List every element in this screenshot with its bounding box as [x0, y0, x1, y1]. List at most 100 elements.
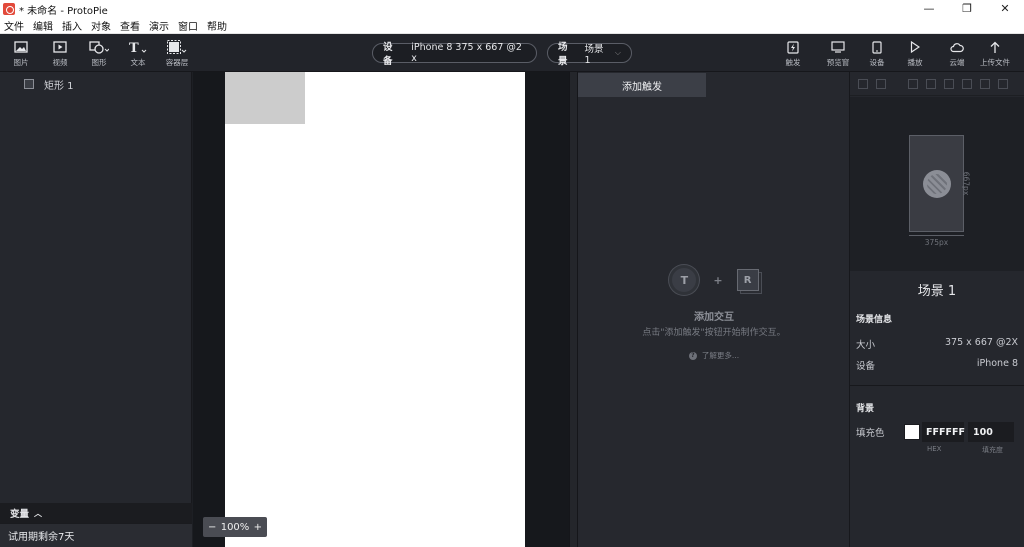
align-middle-icon[interactable] [980, 78, 990, 89]
plus-icon: + [713, 273, 723, 287]
cloud-icon [950, 42, 964, 52]
device-selector[interactable]: 设备 iPhone 8 375 x 667 @2 x [372, 42, 537, 67]
empty-interaction-state: T + R 添加交互 点击"添加触发"按钮开始制作交互。 ? 了解更多... [578, 262, 850, 361]
device-row: 设备 iPhone 8 [856, 358, 1018, 372]
menu-object[interactable]: 对象 [91, 18, 111, 33]
image-tool-label: 图片 [13, 58, 29, 67]
variables-toggle[interactable]: 变量 ︿ [0, 503, 192, 523]
add-trigger-button[interactable]: 添加触发 [578, 73, 706, 97]
trial-banner[interactable]: 试用期剩余7天 [0, 523, 192, 547]
learn-more-link[interactable]: ? 了解更多... [578, 350, 850, 361]
width-dimension: 375px [909, 235, 964, 247]
preview-window-icon [831, 41, 845, 53]
height-dimension: 667px [961, 171, 971, 196]
zoom-control: − 100% + [203, 517, 267, 537]
menu-window[interactable]: 窗口 [178, 18, 198, 33]
shape-tool-label: 图形 [91, 58, 107, 67]
minimize-button[interactable]: — [910, 0, 948, 18]
interaction-panel: 添加触发 T + R 添加交互 点击"添加触发"按钮开始制作交互。 ? 了解更多… [578, 72, 850, 547]
scene-preview: 375px 667px [850, 97, 1024, 271]
scene-selector[interactable]: 场景 场景 1 ⌵ [547, 42, 632, 67]
cloud-button[interactable]: 云端 [940, 39, 974, 68]
hex-input[interactable]: FFFFFF [922, 422, 965, 442]
empty-title: 添加交互 [694, 312, 734, 323]
response-badge-icon: R [736, 269, 759, 291]
distribute-vertical-icon[interactable] [876, 78, 886, 89]
chevron-up-icon: ︿ [34, 508, 43, 518]
video-tool-button[interactable]: 视频 [43, 39, 77, 68]
menu-insert[interactable]: 插入 [62, 18, 82, 33]
chevron-down-icon: ⌵ [614, 48, 621, 57]
menu-file[interactable]: 文件 [4, 18, 24, 33]
device-selector-key: 设备 [383, 42, 393, 67]
device-button[interactable]: 设备 [860, 39, 894, 68]
container-tool-button[interactable]: 容器层 [160, 39, 194, 68]
title-bar: * 未命名 - ProtoPie — ❐ ✕ [0, 0, 1024, 18]
scene-artboard[interactable] [225, 72, 525, 547]
text-tool-button[interactable]: T 文本 [121, 39, 155, 68]
layer-item[interactable]: 矩形 1 [0, 72, 191, 96]
toolbar: 图片 视频 图形 T 文本 容器层 设备 iPhone 8 375 x 667 … [0, 34, 1024, 72]
preview-window-label: 预览窗 [826, 58, 850, 67]
align-bottom-icon[interactable] [998, 78, 1008, 89]
window-title: * 未命名 - ProtoPie [19, 5, 108, 17]
fill-color-swatch[interactable] [904, 424, 920, 440]
device-icon [872, 40, 882, 54]
trigger-icon [787, 40, 799, 54]
layer-name: 矩形 1 [44, 80, 74, 92]
device-frame-thumbnail [909, 135, 964, 232]
zoom-level[interactable]: 100% [221, 522, 250, 533]
upload-icon [990, 41, 1000, 53]
window-controls: — ❐ ✕ [910, 0, 1024, 18]
image-tool-button[interactable]: 图片 [4, 39, 38, 68]
panel-resize-handle[interactable] [569, 72, 578, 547]
scene-name[interactable]: 场景 1 [850, 280, 1024, 299]
menu-present[interactable]: 演示 [149, 18, 169, 33]
preview-window-button[interactable]: 预览窗 [821, 39, 855, 68]
upload-label: 上传文件 [980, 58, 1010, 67]
svg-text:T: T [129, 41, 139, 54]
upload-button[interactable]: 上传文件 [978, 39, 1012, 68]
align-top-icon[interactable] [962, 78, 972, 89]
trigger-button[interactable]: 触发 [776, 39, 810, 68]
size-row: 大小 375 x 667 @2X [856, 337, 1018, 351]
layers-panel: 矩形 1 变量 ︿ 试用期剩余7天 [0, 72, 192, 547]
menu-bar: 文件 编辑 插入 对象 查看 演示 窗口 帮助 [0, 18, 1024, 34]
opacity-input[interactable]: 100 [968, 422, 1014, 442]
properties-panel: 375px 667px 场景 1 场景信息 大小 375 x 667 @2X 设… [850, 72, 1024, 547]
align-right-icon[interactable] [944, 78, 954, 89]
canvas[interactable]: − 100% + [193, 72, 569, 547]
size-key: 大小 [856, 340, 876, 351]
rectangle-icon [24, 79, 34, 89]
menu-view[interactable]: 查看 [120, 18, 140, 33]
distribute-horizontal-icon[interactable] [858, 78, 868, 89]
zoom-in-button[interactable]: + [254, 522, 262, 533]
close-button[interactable]: ✕ [986, 0, 1024, 18]
play-button[interactable]: 播放 [898, 39, 932, 68]
shape-tool-button[interactable]: 图形 [82, 39, 116, 68]
variables-label: 变量 [10, 509, 30, 520]
container-tool-label: 容器层 [165, 58, 189, 67]
help-icon: ? [688, 351, 697, 360]
device-label: 设备 [869, 58, 885, 67]
align-center-icon[interactable] [926, 78, 936, 89]
scene-selector-value: 场景 1 [584, 43, 604, 66]
container-icon [167, 40, 187, 54]
device-selector-value: iPhone 8 375 x 667 @2 x [411, 42, 522, 64]
learn-more-text: 了解更多... [701, 351, 740, 360]
size-value: 375 x 667 @2X [945, 337, 1018, 348]
zoom-out-button[interactable]: − [208, 522, 216, 533]
play-label: 播放 [907, 58, 923, 67]
maximize-button[interactable]: ❐ [948, 0, 986, 18]
text-icon: T [129, 41, 147, 54]
align-left-icon[interactable] [908, 78, 918, 89]
scene-info-title: 场景信息 [856, 315, 893, 325]
empty-description: 点击"添加触发"按钮开始制作交互。 [642, 328, 786, 338]
hex-caption: HEX [927, 445, 942, 453]
device-value: iPhone 8 [976, 358, 1018, 369]
menu-help[interactable]: 帮助 [207, 18, 227, 33]
video-tool-label: 视频 [52, 58, 68, 67]
rectangle-layer[interactable] [225, 72, 305, 124]
menu-edit[interactable]: 编辑 [33, 18, 53, 33]
shape-icon [89, 40, 109, 54]
